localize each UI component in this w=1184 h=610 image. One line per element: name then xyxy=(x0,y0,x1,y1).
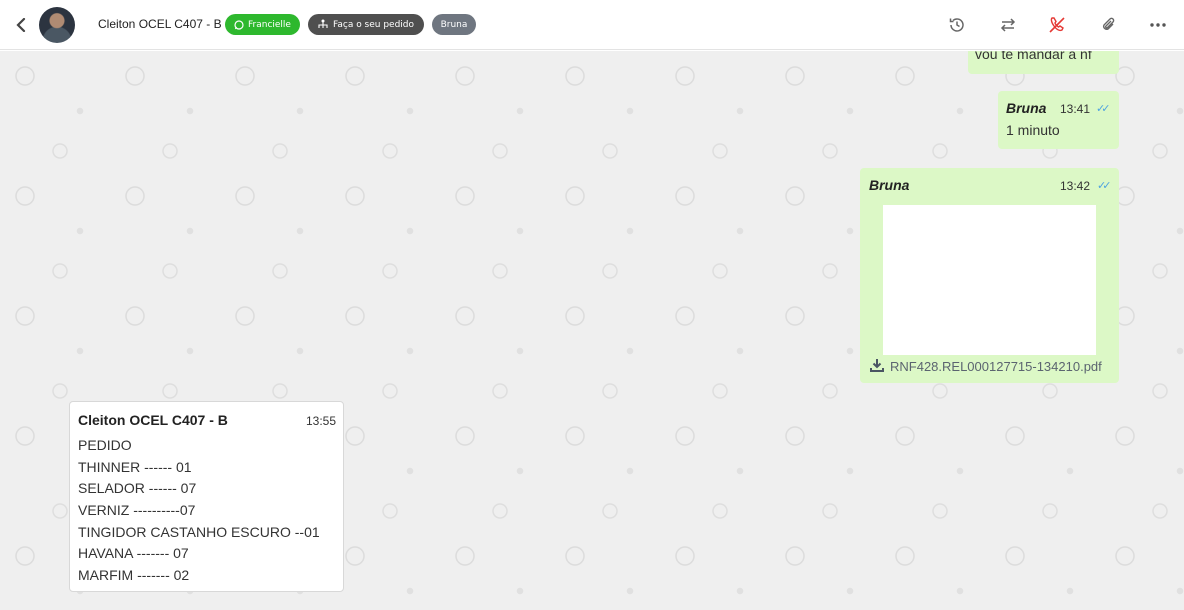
contact-name[interactable]: Cleiton OCEL C407 - B xyxy=(98,17,222,31)
order-line: HAVANA ------- 07 xyxy=(78,545,189,562)
order-line: PEDIDO xyxy=(78,437,132,453)
message-file: Bruna 13:42 ✓✓ RNF428.REL000127715-13421… xyxy=(860,168,1119,383)
message-one-minute: Bruna 13:41 ✓✓ 1 minuto xyxy=(998,91,1119,149)
more-options-icon[interactable] xyxy=(1147,14,1169,36)
file-name-link[interactable]: RNF428.REL000127715-134210.pdf xyxy=(890,359,1102,374)
message-sender: Cleiton OCEL C407 - B xyxy=(78,412,228,428)
read-ticks-icon: ✓✓ xyxy=(1097,180,1112,192)
connection-tag-label: Francielle xyxy=(248,19,291,30)
message-partial: vou te mandar a nf xyxy=(968,51,1119,74)
flow-icon xyxy=(318,19,328,28)
download-icon[interactable] xyxy=(870,358,884,377)
user-tag-label: Bruna xyxy=(440,19,468,30)
order-lines: PEDIDO THINNER ------ 01 SELADOR ------ … xyxy=(78,435,320,587)
connection-tag[interactable]: Francielle xyxy=(225,14,300,35)
chat-messages-area[interactable]: vou te mandar a nf Bruna 13:41 ✓✓ 1 minu… xyxy=(0,51,1184,610)
message-sender: Bruna xyxy=(869,177,910,193)
order-line: SELADOR ------ 07 xyxy=(78,480,197,497)
message-order: Cleiton OCEL C407 - B 13:55 PEDIDO THINN… xyxy=(69,401,344,592)
message-time: 13:55 xyxy=(306,414,337,428)
history-icon[interactable] xyxy=(946,14,968,36)
order-line: MARFIM ------- 02 xyxy=(78,567,190,584)
file-preview[interactable] xyxy=(883,205,1096,355)
flow-tag[interactable]: Faça o seu pedido xyxy=(308,14,424,35)
end-call-icon[interactable] xyxy=(1046,14,1068,36)
message-text: 1 minuto xyxy=(1006,122,1060,138)
read-ticks-icon: ✓✓ xyxy=(1096,103,1111,115)
order-line: VERNIZ ----------07 xyxy=(78,502,196,519)
message-time: 13:42 xyxy=(1060,179,1091,193)
message-text: vou te mandar a nf xyxy=(975,51,1092,62)
chat-header: Cleiton OCEL C407 - B Francielle Faça o … xyxy=(0,0,1184,50)
flow-tag-label: Faça o seu pedido xyxy=(333,19,415,30)
message-time: 13:41 xyxy=(1060,102,1091,116)
transfer-icon[interactable] xyxy=(997,14,1019,36)
whatsapp-icon xyxy=(234,19,244,30)
avatar[interactable] xyxy=(39,7,75,43)
paperclip-icon[interactable] xyxy=(1098,14,1120,36)
user-tag[interactable]: Bruna xyxy=(432,14,476,35)
order-line: THINNER ------ 01 xyxy=(78,458,192,475)
back-arrow-icon[interactable] xyxy=(12,15,30,35)
message-sender: Bruna xyxy=(1006,100,1047,116)
order-line: TINGIDOR CASTANHO ESCURO --01 xyxy=(78,523,320,540)
